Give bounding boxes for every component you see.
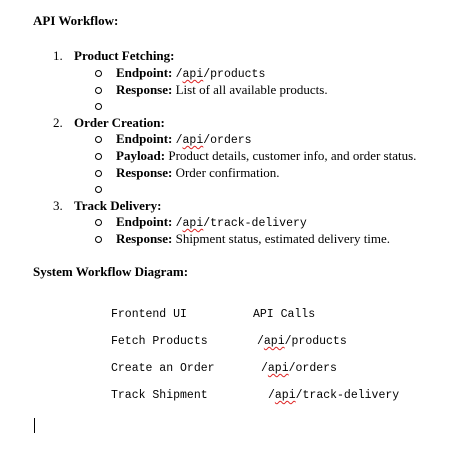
empty-bullet-icon [95, 186, 102, 193]
step-1-endpoint: Endpoint: /api/products [116, 65, 265, 81]
bullet-icon [95, 70, 102, 77]
step-2-response: Response: Order confirmation. [116, 165, 280, 181]
diagram-row-left: Fetch Products [111, 335, 208, 348]
payload-label: Payload: [116, 148, 166, 163]
step-3-title: Track Delivery: [74, 198, 162, 213]
step-1-response: Response: List of all available products… [116, 82, 328, 98]
response-label: Response: [116, 231, 173, 246]
step-2-payload: Payload: Product details, customer info,… [116, 148, 416, 164]
step-1-number: 1. [53, 48, 63, 63]
empty-bullet-icon [95, 103, 102, 110]
payload-text: Product details, customer info, and orde… [168, 148, 417, 163]
diagram-col2-header: API Calls [253, 308, 316, 321]
bullet-icon [95, 170, 102, 177]
diagram-col1-header: Frontend UI [111, 308, 187, 321]
response-text: Order confirmation. [175, 165, 280, 180]
step-3-endpoint: Endpoint: /api/track-delivery [116, 214, 307, 230]
bullet-icon [95, 219, 102, 226]
endpoint-path: /api/products [175, 68, 266, 81]
heading-api-workflow: API Workflow: [33, 13, 119, 28]
step-2-number: 2. [53, 115, 63, 130]
step-3-number: 3. [53, 198, 63, 213]
text-cursor [34, 418, 35, 433]
bullet-icon [95, 87, 102, 94]
diagram-row-right: /api/orders [261, 362, 337, 375]
diagram-row-left: Track Shipment [111, 389, 208, 402]
diagram-row-right: /api/products [257, 335, 347, 348]
diagram-row-right: /api/track-delivery [268, 389, 400, 402]
endpoint-label: Endpoint: [116, 214, 173, 229]
endpoint-path: /api/orders [175, 134, 252, 147]
step-1-title: Product Fetching: [74, 48, 175, 63]
endpoint-label: Endpoint: [116, 65, 173, 80]
endpoint-path: /api/track-delivery [175, 217, 307, 230]
step-3-response: Response: Shipment status, estimated del… [116, 231, 390, 247]
response-label: Response: [116, 82, 173, 97]
step-2-title: Order Creation: [74, 115, 165, 130]
response-text: List of all available products. [175, 82, 328, 97]
response-label: Response: [116, 165, 173, 180]
bullet-icon [95, 136, 102, 143]
diagram-row-left: Create an Order [111, 362, 215, 375]
endpoint-label: Endpoint: [116, 131, 173, 146]
bullet-icon [95, 236, 102, 243]
bullet-icon [95, 153, 102, 160]
response-text: Shipment status, estimated delivery time… [175, 231, 391, 246]
heading-system-workflow-diagram: System Workflow Diagram: [33, 264, 189, 279]
step-2-endpoint: Endpoint: /api/orders [116, 131, 252, 147]
